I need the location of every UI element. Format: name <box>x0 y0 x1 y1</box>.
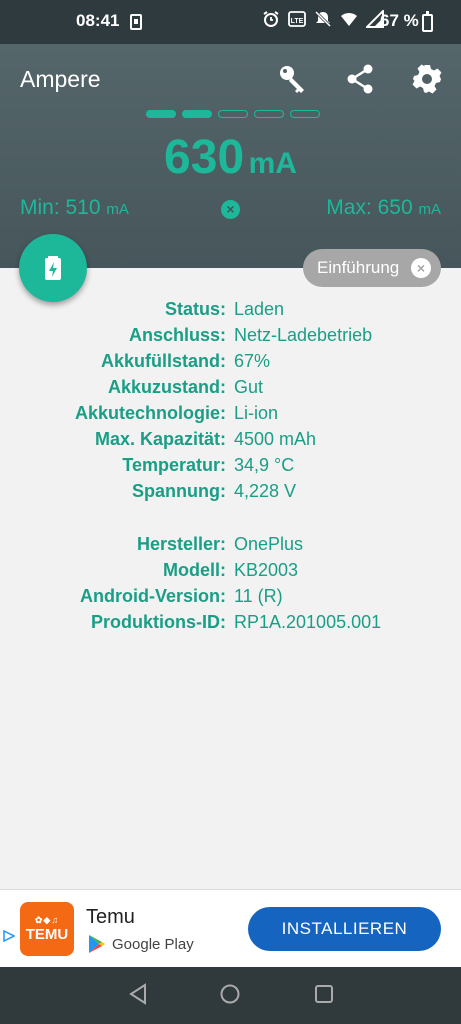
info-label: Android-Version: <box>79 586 226 606</box>
device-row-android-version: Android-Version: 11 (R) <box>0 586 461 612</box>
ad-store: Google Play <box>88 934 194 954</box>
info-label: Modell: <box>163 560 226 580</box>
info-value: 4,228 V <box>234 481 297 501</box>
current-value: 630 <box>164 131 245 184</box>
reset-minmax-icon[interactable]: × <box>221 200 240 219</box>
info-row-capacity: Max. Kapazität: 4500 mAh <box>0 429 461 455</box>
info-label: Temperatur: <box>122 455 226 475</box>
share-icon[interactable] <box>343 62 377 96</box>
min-unit: mA <box>106 201 129 218</box>
ad-logo-text: TEMU <box>25 926 69 943</box>
info-label: Spannung: <box>132 481 226 501</box>
gear-icon[interactable] <box>410 62 444 96</box>
status-icons: LTE <box>262 10 384 28</box>
min-reading: Min: 510 mA <box>20 196 129 220</box>
intro-chip[interactable]: Einführung × <box>303 249 441 287</box>
info-value: OnePlus <box>234 534 304 554</box>
info-row-status: Status: Laden <box>0 299 461 325</box>
info-value: KB2003 <box>234 560 299 580</box>
status-time: 08:41 <box>76 11 120 30</box>
info-value: Netz-Ladebetrieb <box>234 325 373 345</box>
level-segment <box>146 110 176 118</box>
info-label: Produktions-ID: <box>91 612 226 632</box>
logo-glyphs: ✿◆♫ <box>34 915 60 925</box>
ad-app-name: Temu <box>86 906 135 928</box>
info-row-health: Akkuzustand: Gut <box>0 377 461 403</box>
home-icon[interactable] <box>219 983 241 1005</box>
info-label: Akkuzustand: <box>107 377 226 397</box>
status-bar: 08:41 LTE 67 % <box>0 0 461 44</box>
status-battery-percent: 67 % <box>380 11 419 30</box>
battery-icon <box>422 11 433 32</box>
info-label: Anschluss: <box>128 325 226 345</box>
google-play-icon <box>89 935 105 953</box>
info-label: Hersteller: <box>136 534 226 554</box>
level-segment <box>290 110 320 118</box>
info-label: Akkufüllstand: <box>100 351 226 371</box>
info-value: RP1A.201005.001 <box>234 612 382 632</box>
info-value: Gut <box>234 377 264 397</box>
current-unit: mA <box>248 147 297 180</box>
device-row-manufacturer: Hersteller: OnePlus <box>0 534 461 560</box>
level-segment <box>182 110 212 118</box>
device-row-build-id: Produktions-ID: RP1A.201005.001 <box>0 612 461 638</box>
info-row-technology: Akkutechnologie: Li-ion <box>0 403 461 429</box>
wifi-icon <box>341 12 357 26</box>
ad-store-name: Google Play <box>112 935 194 953</box>
info-label: Akkutechnologie: <box>74 403 226 423</box>
info-row-temperature: Temperatur: 34,9 °C <box>0 455 461 481</box>
max-unit: mA <box>418 201 442 218</box>
volte-icon: LTE <box>288 11 306 27</box>
level-segment <box>254 110 284 118</box>
info-value: Li-ion <box>234 403 279 423</box>
info-value: 34,9 °C <box>234 455 295 475</box>
device-row-model: Modell: KB2003 <box>0 560 461 586</box>
sim-icon <box>130 14 142 30</box>
current-level-indicator <box>146 110 320 118</box>
mute-icon <box>314 10 332 28</box>
max-reading: Max: 650 mA <box>326 196 441 220</box>
back-icon[interactable] <box>128 983 148 1005</box>
level-segment <box>218 110 248 118</box>
info-label: Max. Kapazität: <box>94 429 226 449</box>
current-reading: 630 mA <box>0 130 461 185</box>
app-title: Ampere <box>20 66 101 92</box>
svg-text:LTE: LTE <box>291 18 304 25</box>
max-label: Max: 650 <box>326 196 413 219</box>
min-label: Min: 510 <box>20 196 101 219</box>
alarm-icon <box>263 11 279 27</box>
system-nav-bar <box>0 967 461 1024</box>
info-row-connection: Anschluss: Netz-Ladebetrieb <box>0 325 461 351</box>
ad-app-logo[interactable]: ✿◆♫ TEMU <box>20 902 74 956</box>
info-row-level: Akkufüllstand: 67% <box>0 351 461 377</box>
install-button[interactable]: INSTALLIEREN <box>248 907 441 951</box>
info-value: 4500 mAh <box>234 429 317 449</box>
info-value: Laden <box>234 299 285 319</box>
close-icon[interactable]: × <box>411 258 431 278</box>
info-label: Status: <box>164 299 226 319</box>
recents-icon[interactable] <box>314 983 334 1005</box>
info-value: 11 (R) <box>234 586 283 606</box>
intro-chip-label: Einführung <box>317 258 400 277</box>
battery-fab-button[interactable] <box>19 234 87 302</box>
key-icon[interactable] <box>276 62 310 96</box>
app-header: Ampere 630 mA Min: 510 mA × Max: 650 mA <box>0 44 461 268</box>
battery-charging-icon <box>45 256 61 280</box>
info-value: 67% <box>234 351 271 371</box>
info-row-voltage: Spannung: 4,228 V <box>0 481 461 507</box>
ad-choices-icon[interactable] <box>3 930 15 942</box>
ad-banner[interactable]: ✿◆♫ TEMU Temu Google Play INSTALLIEREN <box>0 889 461 967</box>
